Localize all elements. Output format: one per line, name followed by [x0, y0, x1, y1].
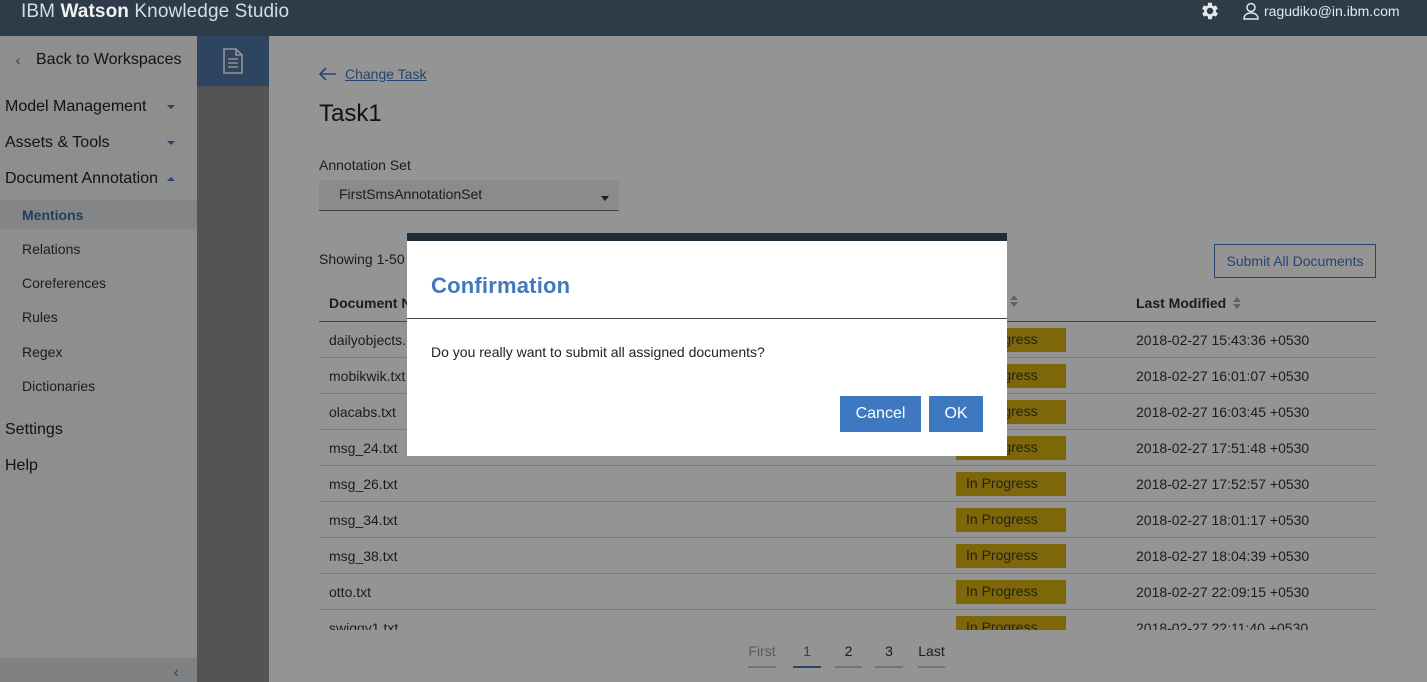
- dialog-divider: [407, 318, 1007, 319]
- brand-prefix: IBM: [21, 1, 56, 22]
- user-email: ragudiko@in.ibm.com: [1264, 3, 1400, 19]
- dialog-message: Do you really want to submit all assigne…: [431, 344, 765, 360]
- brand-suffix: Knowledge Studio: [134, 1, 290, 22]
- user-icon: [1243, 2, 1259, 20]
- top-bar: IBM Watson Knowledge Studio ragudiko@in.…: [0, 0, 1427, 36]
- confirmation-dialog: Confirmation Do you really want to submi…: [407, 233, 1007, 456]
- ok-button[interactable]: OK: [929, 396, 983, 432]
- app-title: IBM Watson Knowledge Studio: [21, 1, 289, 23]
- cancel-button[interactable]: Cancel: [840, 396, 921, 432]
- brand-bold: Watson: [60, 1, 129, 22]
- dialog-title: Confirmation: [431, 273, 571, 298]
- user-menu[interactable]: ragudiko@in.ibm.com: [1243, 0, 1400, 22]
- gear-icon[interactable]: [1199, 0, 1221, 22]
